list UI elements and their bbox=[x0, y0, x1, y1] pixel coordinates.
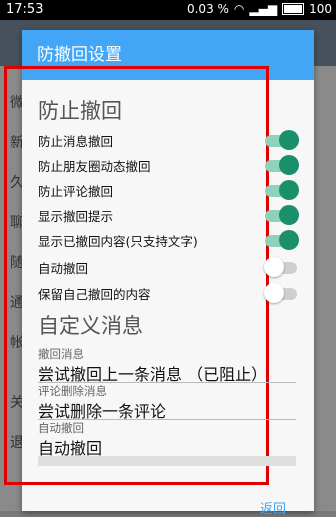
recall-message-label: 撤回消息 bbox=[38, 347, 84, 361]
section-prevent-recall: 防止撤回 bbox=[38, 99, 122, 123]
status-bar: 17:53 0.03 % ◠ ▂▄▆ 100 bbox=[0, 0, 336, 20]
signal-icon: ▂▄▆ bbox=[249, 2, 278, 16]
switch-label-show-notice: 显示撤回提示 bbox=[38, 209, 114, 224]
status-right: 0.03 % ◠ ▂▄▆ 100 bbox=[187, 2, 332, 16]
auto-recall-toggle[interactable] bbox=[264, 257, 301, 277]
back-button[interactable]: 返回 bbox=[260, 498, 286, 517]
auto-recall-label: 自动撤回 bbox=[38, 421, 84, 435]
battery-level: 100 bbox=[309, 2, 332, 16]
prevent-moments-toggle[interactable] bbox=[265, 155, 301, 175]
prevent-comment-toggle[interactable] bbox=[265, 180, 301, 200]
keep-own-toggle[interactable] bbox=[264, 283, 301, 303]
switch-label-prevent-moments: 防止朋友圈动态撤回 bbox=[38, 159, 151, 174]
auto-recall-field-bar bbox=[38, 456, 296, 466]
wifi-icon: ◠ bbox=[233, 2, 245, 16]
switch-label-prevent-comment: 防止评论撤回 bbox=[38, 184, 114, 199]
section-custom-message: 自定义消息 bbox=[38, 314, 143, 338]
battery-icon bbox=[282, 3, 305, 15]
prevent-message-toggle[interactable] bbox=[265, 130, 301, 150]
network-speed: 0.03 % bbox=[186, 2, 229, 16]
show-content-toggle[interactable] bbox=[265, 230, 301, 250]
switch-label-keep-own: 保留自己撤回的内容 bbox=[38, 287, 151, 302]
switch-label-show-content: 显示已撤回内容(只支持文字) bbox=[38, 234, 198, 249]
status-time: 17:53 bbox=[6, 2, 44, 17]
switch-label-prevent-message: 防止消息撤回 bbox=[38, 134, 114, 149]
show-notice-toggle[interactable] bbox=[265, 205, 301, 225]
comment-delete-label: 评论删除消息 bbox=[38, 384, 107, 398]
switch-label-auto-recall: 自动撤回 bbox=[38, 261, 89, 276]
